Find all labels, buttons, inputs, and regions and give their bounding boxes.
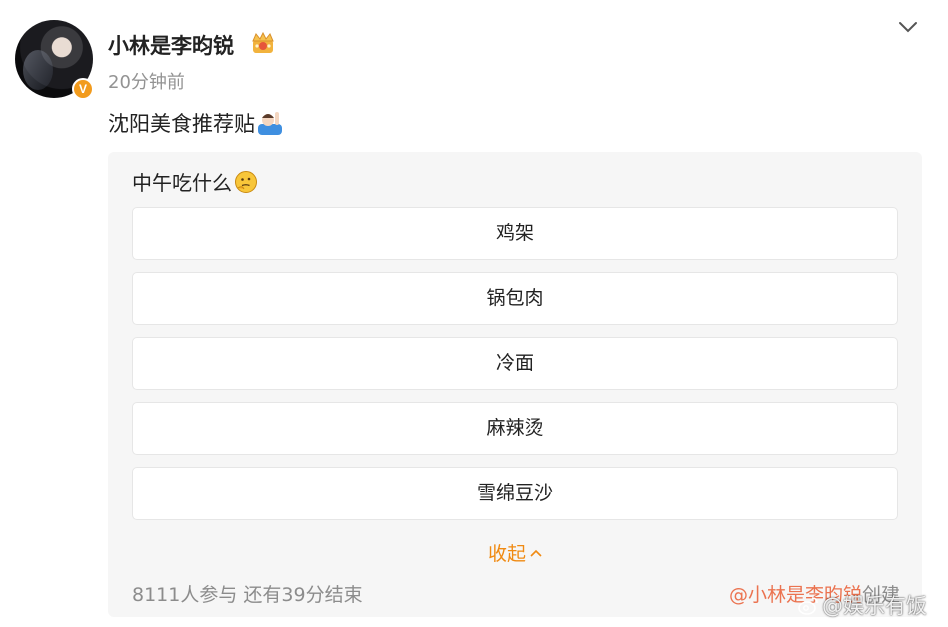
weibo-logo-icon [798,597,818,615]
poll-option-4[interactable]: 麻辣烫 [132,402,898,455]
watermark: @娱乐有饭 [798,590,927,620]
collapse-label: 收起 [487,543,526,565]
poll-option-2[interactable]: 锅包肉 [132,272,898,325]
post-text: 沈阳美食推荐贴 [108,108,284,138]
poll-option-3[interactable]: 冷面 [132,337,898,390]
chevron-down-icon[interactable] [897,18,919,36]
crown-badge-icon [252,31,274,53]
person-raising-hand-icon [258,112,282,135]
watermark-text: @娱乐有饭 [822,594,927,618]
post-time: 20分钟前 [108,72,185,93]
chevron-up-icon [530,549,542,557]
poll-option-1[interactable]: 鸡架 [132,207,898,260]
poll-card: 中午吃什么 鸡架 锅包肉 冷面 麻辣烫 雪绵豆沙 收起 8111人参与 还有39… [108,152,922,617]
poll-question: 中午吃什么 [132,167,258,196]
poll-question-text: 中午吃什么 [132,171,232,195]
collapse-button[interactable]: 收起 [108,539,922,566]
verified-badge: V [72,78,94,100]
thinking-face-icon [235,170,257,193]
poll-option-5[interactable]: 雪绵豆沙 [132,467,898,520]
username[interactable]: 小林是李昀锐 [108,30,234,60]
poll-participants: 8111人参与 还有39分结束 [132,584,363,606]
post-text-content: 沈阳美食推荐贴 [108,112,255,136]
